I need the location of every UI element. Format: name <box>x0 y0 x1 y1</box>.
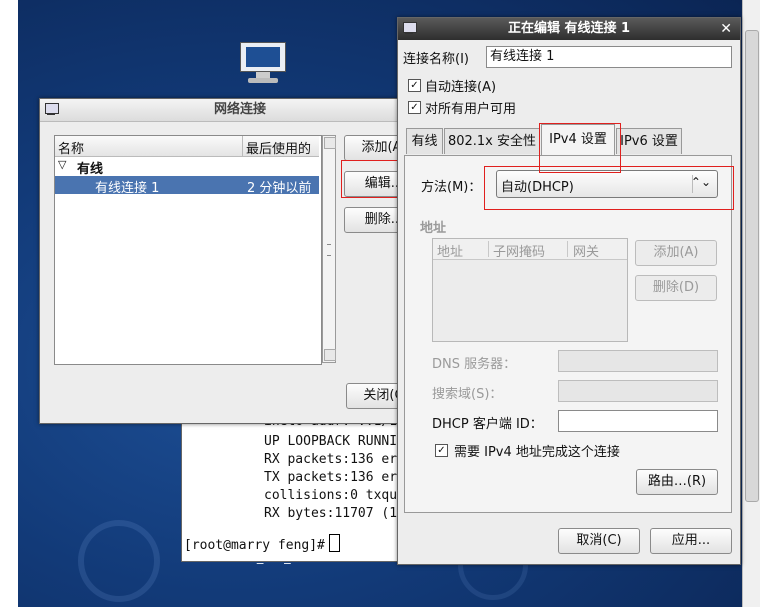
routes-button[interactable]: 路由…(R) <box>636 469 718 495</box>
method-label: 方法(M)： <box>421 180 482 195</box>
all-users-label[interactable]: 对所有用户可用 <box>425 98 516 117</box>
tab-ipv6-settings[interactable]: IPv6 设置 <box>616 128 682 154</box>
require-ipv4-label[interactable]: 需要 IPv4 地址完成这个连接 <box>454 441 620 460</box>
connections-list[interactable]: 名称 最后使用的 ▽ 有线 有线连接 1 2 分钟以前 <box>54 135 322 365</box>
dhcp-client-id-field[interactable] <box>558 410 718 432</box>
computer-icon[interactable] <box>240 42 286 83</box>
require-ipv4-checkbox[interactable]: ✓ <box>435 444 448 457</box>
list-scrollbar[interactable] <box>322 135 336 363</box>
add-address-button[interactable]: 添加(A) <box>635 240 717 266</box>
tab-8021x-security[interactable]: 802.1x 安全性 <box>444 128 540 154</box>
terminal-line: UP LOOPBACK RUNNING <box>264 434 404 449</box>
search-domains-label: 搜索域(S)： <box>432 387 503 402</box>
network-connections-window: 网络连接 名称 最后使用的 ▽ 有线 有线连接 1 2 分钟以前 添加(A) 编… <box>39 98 441 424</box>
terminal-line: collisions:0 txqueuelen <box>264 488 404 503</box>
search-domains-field[interactable] <box>558 380 718 402</box>
edit-dialog-title: 正在编辑 有线连接 1 <box>507 21 631 36</box>
list-item[interactable]: 有线连接 1 2 分钟以前 <box>55 176 319 196</box>
connection-last-used: 2 分钟以前 <box>247 181 312 196</box>
chevron-updown-icon: ⌃⌄ <box>690 175 711 189</box>
terminal-prompt[interactable]: [root@marry feng]# <box>184 534 340 553</box>
terminal-line: RX bytes:11707 (11.4 <box>264 506 404 521</box>
all-users-checkbox[interactable]: ✓ <box>408 101 421 114</box>
list-header: 名称 最后使用的 <box>55 136 319 157</box>
terminal-cursor <box>328 534 340 552</box>
delete-address-button[interactable]: 删除(D) <box>635 275 717 301</box>
apply-button[interactable]: 应用... <box>650 528 732 554</box>
ipv4-settings-panel: 方法(M)： 自动(DHCP) ⌃⌄ 地址 地址 子网掩码 网关 添加(A) 删… <box>404 155 732 513</box>
column-header-last-used[interactable]: 最后使用的 <box>246 138 311 157</box>
terminal-line: TX packets:136 errors <box>264 470 404 485</box>
expander-triangle-icon[interactable]: ▽ <box>58 158 66 171</box>
connection-name: 有线连接 1 <box>95 181 160 196</box>
group-row-wired[interactable]: ▽ 有线 <box>55 158 319 177</box>
column-header-address: 地址 <box>437 245 464 260</box>
edit-dialog-titlebar[interactable]: 正在编辑 有线连接 1 ✕ <box>398 18 740 40</box>
auto-connect-label[interactable]: 自动连接(A) <box>425 76 496 95</box>
connection-name-label: 连接名称(I) <box>403 52 469 67</box>
network-window-titlebar[interactable]: 网络连接 <box>40 99 440 122</box>
background-scrollbar[interactable] <box>745 30 759 502</box>
dhcp-client-id-label: DHCP 客户端 ID： <box>432 417 543 432</box>
tab-ipv4-settings[interactable]: IPv4 设置 <box>541 124 615 156</box>
terminal-line: RX packets:136 errors <box>264 452 404 467</box>
address-section-label: 地址 <box>420 221 447 236</box>
group-label: 有线 <box>77 162 104 177</box>
dns-servers-label: DNS 服务器： <box>432 357 517 372</box>
address-table: 地址 子网掩码 网关 <box>432 238 628 342</box>
cancel-button[interactable]: 取消(C) <box>558 528 640 554</box>
network-icon <box>44 102 60 116</box>
column-header-name[interactable]: 名称 <box>58 138 84 157</box>
centos-logo <box>78 520 160 602</box>
network-icon <box>402 21 418 35</box>
tab-wired[interactable]: 有线 <box>406 128 443 154</box>
network-window-title: 网络连接 <box>213 102 266 117</box>
method-select[interactable]: 自动(DHCP) ⌃⌄ <box>496 170 718 198</box>
close-icon[interactable]: ✕ <box>720 18 732 40</box>
column-header-netmask: 子网掩码 <box>493 245 546 260</box>
edit-connection-dialog: 正在编辑 有线连接 1 ✕ 连接名称(I) 有线连接 1 ✓ 自动连接(A) ✓… <box>397 17 741 565</box>
dns-servers-field[interactable] <box>558 350 718 372</box>
auto-connect-checkbox[interactable]: ✓ <box>408 79 421 92</box>
column-header-gateway: 网关 <box>573 245 600 260</box>
connection-name-field[interactable]: 有线连接 1 <box>486 46 732 68</box>
method-value: 自动(DHCP) <box>501 180 574 195</box>
